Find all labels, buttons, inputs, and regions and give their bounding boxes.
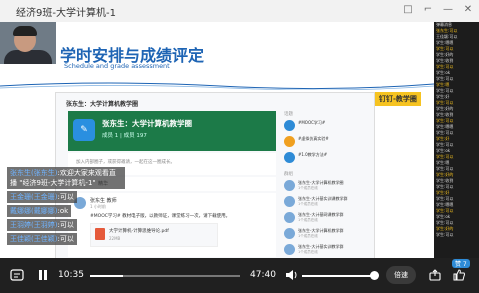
slide-subtitle: Schedule and grade assessment	[64, 62, 170, 70]
group-sub: 1个成员在线	[298, 250, 318, 254]
group-row: 张东生-大学计算机教学群 1个成员在线	[284, 227, 372, 241]
group-row: 张东生-大计基实训教学群 1个成员在线	[284, 243, 372, 257]
group-card-sub: 成员 1 | 成员 197	[102, 133, 147, 139]
like-icon[interactable]	[452, 268, 466, 282]
player-controls: 赞 7 10:35 47:40 倍速	[0, 258, 479, 293]
chat-message: 张东生(张东生):欢迎大家来观看直播 "经济9班-大学计算机-1"	[7, 167, 125, 189]
minimize-icon[interactable]: —	[441, 3, 455, 17]
teacher-hair	[13, 26, 37, 36]
volume-icon[interactable]	[284, 268, 298, 282]
current-time: 10:35	[58, 270, 84, 280]
share-icon[interactable]	[428, 268, 442, 282]
window-controls: □ ⌐ — ✕	[401, 3, 475, 17]
slide-tag: 钉钉-教学圈	[375, 92, 421, 106]
volume-knob[interactable]	[370, 271, 379, 280]
restore-icon[interactable]: □	[401, 3, 415, 17]
teacher-body	[4, 50, 52, 64]
topic-row: #1.0教学方法#	[284, 151, 372, 165]
group-sub: 1个成员在线	[298, 234, 318, 238]
topic-name: #1.0教学方法#	[298, 152, 328, 157]
window-title: 经济9班-大学计算机-1	[16, 8, 116, 19]
speed-button[interactable]: 倍速	[386, 266, 416, 284]
like-badge: 赞 7	[452, 259, 470, 268]
window-titlebar: 经济9班-大学计算机-1 □ ⌐ — ✕	[0, 0, 479, 23]
group-title: 张东生：大学计算机教学圈	[66, 101, 139, 108]
chat-message: 王金珊(王金珊):可以	[7, 191, 77, 203]
group-row: 张东生-大计基实训课教学群 1个成员在线	[284, 195, 372, 209]
group-card: ✎ 张东生：大学计算机教学圈 成员 1 | 成员 197	[68, 111, 276, 151]
group-sub: 1个成员在线	[298, 218, 318, 222]
pause-icon[interactable]	[36, 268, 50, 282]
danmaku-toggle-icon[interactable]	[10, 268, 24, 282]
chat-message: 王佳颖(王佳颖):可以	[7, 233, 77, 245]
group-card-name: 张东生：大学计算机教学圈	[102, 119, 192, 128]
group-sub: 1个成员在线	[298, 202, 318, 206]
chat-message: 戴娜娜(戴娜娜):ok	[7, 205, 72, 217]
volume-track[interactable]	[302, 275, 372, 277]
topic-row: #虚拟仿真实验#	[284, 135, 372, 149]
topic-icon	[284, 120, 295, 131]
topic-icon	[284, 152, 295, 163]
group-icon	[284, 244, 295, 255]
slide-divider	[0, 82, 434, 90]
pin-icon[interactable]: ⌐	[421, 3, 435, 17]
topics-heading: 话题	[284, 112, 293, 117]
group-row: 张东生-大计基网课教学群 1个成员在线	[284, 211, 372, 225]
topic-row: #MOOC学习#	[284, 119, 372, 133]
total-time: 47:40	[250, 270, 276, 280]
group-icon	[284, 212, 295, 223]
group-avatar: ✎	[73, 119, 95, 141]
chat-message: 王羽婷(王羽婷):可以	[7, 219, 77, 231]
join-text: 加入内部圈子，或获得邀请，一起在这一圈成长。	[76, 160, 175, 165]
groups-heading: 群组	[284, 172, 293, 177]
topic-name: #MOOC学习#	[298, 120, 326, 125]
group-icon	[284, 180, 295, 191]
group-icon	[284, 196, 295, 207]
group-row: 张东生-大学计算机教学圈 1个成员在线	[284, 179, 372, 193]
group-icon	[284, 228, 295, 239]
danmaku-sidebar[interactable]: 弹幕消息 张东生:可以 王佳颖:可以 学生:嗯嗯 学生:可以 学生:好的 学生:收到 学生:可…	[434, 22, 479, 258]
chat-overlay: 张东生(张东生):欢迎大家来观看直播 "经济9班-大学计算机-1" 王金珊(王金…	[7, 167, 127, 247]
topic-icon	[284, 136, 295, 147]
close-icon[interactable]: ✕	[461, 3, 475, 17]
progress-fill	[90, 275, 123, 277]
danmaku-line: 学生:可以	[436, 232, 454, 237]
group-sub: 1个成员在线	[298, 186, 318, 190]
teacher-camera	[0, 22, 56, 64]
topic-name: #虚拟仿真实验#	[298, 136, 329, 141]
right-panel: 话题 #MOOC学习# #虚拟仿真实验# #1.0教学方法# 群组 张东生-大学…	[282, 111, 372, 257]
